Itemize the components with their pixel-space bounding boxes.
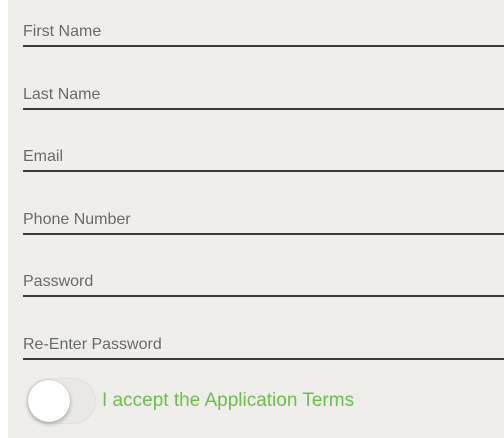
first-name-field bbox=[23, 15, 504, 47]
phone-number-field bbox=[23, 203, 504, 235]
re-enter-password-input[interactable] bbox=[23, 336, 504, 354]
re-enter-password-field bbox=[23, 328, 504, 360]
password-input[interactable] bbox=[23, 273, 504, 291]
terms-row: I accept the Application Terms bbox=[26, 378, 354, 424]
first-name-input[interactable] bbox=[23, 23, 504, 41]
email-input[interactable] bbox=[23, 148, 504, 166]
password-field bbox=[23, 265, 504, 297]
toggle-knob[interactable] bbox=[28, 380, 70, 422]
last-name-input[interactable] bbox=[23, 86, 504, 104]
email-field bbox=[23, 140, 504, 172]
last-name-field bbox=[23, 78, 504, 110]
terms-label[interactable]: I accept the Application Terms bbox=[102, 390, 354, 412]
phone-number-input[interactable] bbox=[23, 211, 504, 229]
terms-toggle-switch[interactable] bbox=[26, 378, 96, 424]
registration-form: I accept the Application Terms bbox=[8, 0, 504, 438]
